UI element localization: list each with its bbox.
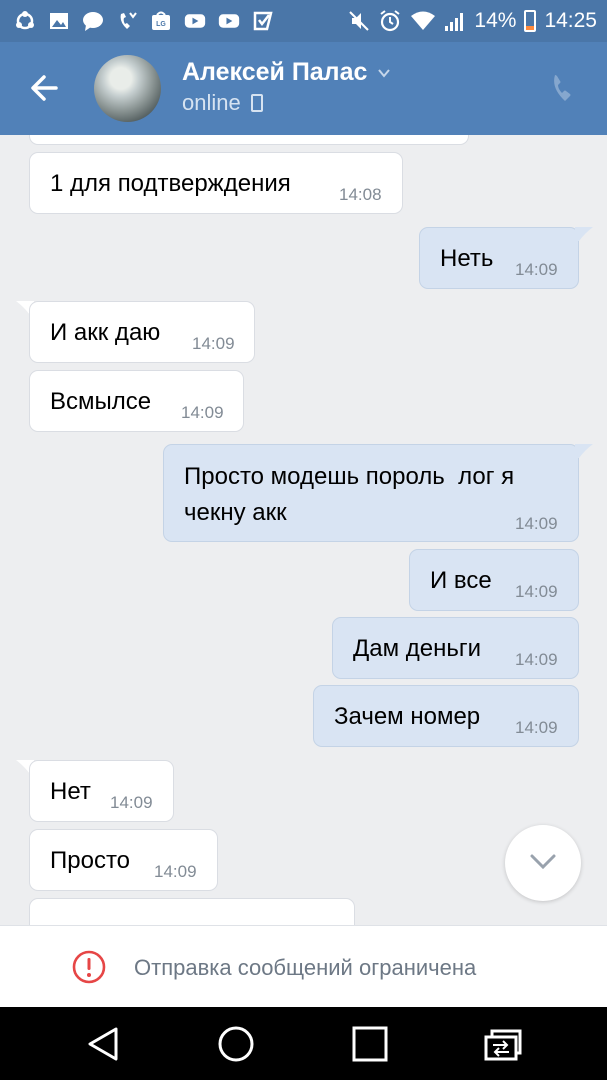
scroll-to-bottom-button[interactable] xyxy=(505,825,581,901)
dual-window-icon[interactable] xyxy=(484,1025,522,1063)
back-arrow-icon[interactable] xyxy=(26,70,66,106)
chat-header: Алексей Палас online xyxy=(0,42,607,135)
missed-call-icon xyxy=(120,12,137,29)
message-text: 1 для подтверждения xyxy=(50,170,291,197)
message-text-line: Просто модешь пороль лог я xyxy=(184,463,515,490)
back-triangle-icon[interactable] xyxy=(84,1025,122,1063)
message-time: 14:09 xyxy=(154,862,197,881)
bubble-tail xyxy=(575,227,593,241)
contact-status-row: online xyxy=(182,90,263,116)
message-outgoing[interactable]: Зачем номер 14:09 xyxy=(313,685,579,747)
message-list[interactable]: 1 для подтверждения 14:08 Неть 14:09 И а… xyxy=(0,135,607,925)
contact-name-row[interactable]: Алексей Палас xyxy=(182,58,391,87)
notification-icons: LG xyxy=(14,8,274,34)
message-text: Нет xyxy=(50,778,91,805)
warning-circle-icon xyxy=(72,950,106,984)
bubble-tail xyxy=(575,444,593,458)
message-text: И все xyxy=(430,567,492,594)
message-outgoing[interactable]: Неть 14:09 xyxy=(419,227,579,289)
message-text: И акк даю xyxy=(50,319,161,346)
battery-percent: 14% xyxy=(474,9,517,32)
message-incoming[interactable]: 1 для подтверждения 14:08 xyxy=(29,152,403,214)
online-status: online xyxy=(182,90,241,115)
message-incoming[interactable]: Нет 14:09 xyxy=(29,760,174,822)
message-outgoing[interactable]: Дам деньги 14:09 xyxy=(332,617,579,679)
restriction-text: Отправка сообщений ограничена xyxy=(134,955,477,980)
mobile-device-icon xyxy=(250,94,263,112)
gallery-icon xyxy=(50,13,68,29)
chevron-down-icon xyxy=(378,68,391,78)
chat-icon xyxy=(83,12,103,31)
message-text-line: чекну акк xyxy=(184,499,287,526)
message-text: Дам деньги xyxy=(353,635,482,662)
youtube-icon xyxy=(218,14,240,28)
message-time: 14:09 xyxy=(515,582,558,601)
message-time: 14:09 xyxy=(181,403,224,422)
signal-icon xyxy=(445,13,464,31)
call-icon[interactable] xyxy=(549,72,581,104)
alarm-icon xyxy=(380,10,401,32)
sync-icon xyxy=(16,11,34,30)
avatar[interactable] xyxy=(94,55,161,122)
message-time: 14:09 xyxy=(192,334,235,353)
message-outgoing[interactable]: И все 14:09 xyxy=(409,549,579,611)
system-navigation-bar xyxy=(0,1007,607,1080)
messaging-restricted-bar: Отправка сообщений ограничена xyxy=(0,925,607,1007)
message-time: 14:09 xyxy=(515,514,558,533)
message-time: 14:09 xyxy=(110,793,153,812)
svg-text:LG: LG xyxy=(156,21,166,28)
message-incoming[interactable]: Всмылсе 14:09 xyxy=(29,370,244,432)
mute-icon xyxy=(349,11,370,31)
recents-square-icon[interactable] xyxy=(351,1025,389,1063)
message-text: Зачем номер xyxy=(334,703,481,730)
contact-name: Алексей Палас xyxy=(182,58,368,86)
lg-app-icon: LG xyxy=(152,11,170,30)
wifi-icon xyxy=(411,11,436,30)
youtube-icon xyxy=(184,14,206,28)
message-incoming[interactable]: И акк даю 14:09 xyxy=(29,301,255,363)
message-time: 14:09 xyxy=(515,718,558,737)
system-status: 14% 14:25 xyxy=(348,6,597,36)
chevron-down-icon xyxy=(530,854,556,870)
message-time: 14:08 xyxy=(339,185,382,204)
battery-icon xyxy=(524,10,537,32)
check-app-icon xyxy=(253,11,273,31)
status-bar: LG 14% 14:25 xyxy=(0,0,607,42)
home-circle-icon[interactable] xyxy=(217,1025,255,1063)
message-text: Всмылсе xyxy=(50,388,152,415)
message-incoming[interactable]: Просто 14:09 xyxy=(29,829,218,891)
message-text: Неть xyxy=(440,245,494,272)
message-bubble-partial xyxy=(29,898,355,925)
message-text: Просто xyxy=(50,847,131,874)
message-outgoing[interactable]: Просто модешь пороль лог я чекну акк 14:… xyxy=(163,444,579,542)
message-bubble-partial xyxy=(29,135,469,145)
message-time: 14:09 xyxy=(515,260,558,279)
clock: 14:25 xyxy=(544,9,597,32)
message-time: 14:09 xyxy=(515,650,558,669)
